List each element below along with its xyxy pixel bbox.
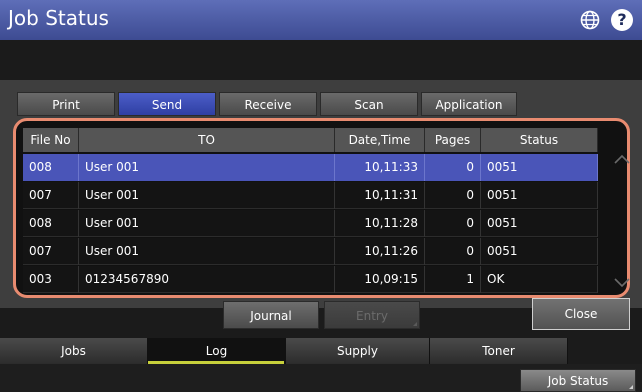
column-header-date-time: Date,Time (335, 128, 425, 152)
journal-button-label: Journal (250, 309, 292, 323)
title-bar: Job Status ? (0, 0, 642, 40)
globe-icon[interactable] (580, 10, 600, 30)
cell-status: 0051 (481, 154, 598, 181)
table-row[interactable]: 007 User 001 10,11:31 0 0051 (23, 182, 598, 209)
cell-status: OK (481, 266, 598, 293)
entry-button-label: Entry (356, 309, 388, 323)
close-button-label: Close (564, 307, 598, 321)
table-row[interactable]: 007 User 001 10,11:26 0 0051 (23, 238, 598, 265)
cell-pages: 0 (425, 154, 481, 181)
cell-status: 0051 (481, 210, 598, 237)
cell-file-no: 008 (23, 210, 79, 237)
help-icon[interactable]: ? (611, 9, 633, 31)
table-row[interactable]: 008 User 001 10,11:28 0 0051 (23, 210, 598, 237)
cell-pages: 0 (425, 182, 481, 209)
tab-scan[interactable]: Scan (320, 92, 418, 116)
column-header-pages: Pages (425, 128, 481, 152)
cell-pages: 0 (425, 210, 481, 237)
cell-file-no: 008 (23, 154, 79, 181)
cell-status: 0051 (481, 238, 598, 265)
column-header-status: Status (481, 128, 598, 152)
chevron-down-icon[interactable] (614, 278, 630, 288)
cell-date-time: 10,11:26 (335, 238, 425, 265)
cell-status: 0051 (481, 182, 598, 209)
cell-to: 01234567890 (79, 266, 335, 293)
cell-to: User 001 (79, 154, 335, 181)
cell-to: User 001 (79, 238, 335, 265)
corner-indicator-icon (629, 385, 633, 389)
cell-file-no: 003 (23, 266, 79, 293)
job-log-panel: File No TO Date,Time Pages Status 008 Us… (13, 118, 630, 298)
chevron-up-icon[interactable] (614, 154, 630, 164)
tab-application[interactable]: Application (421, 92, 517, 116)
cell-date-time: 10,11:31 (335, 182, 425, 209)
column-header-file-no: File No (23, 128, 79, 152)
job-status-button-label: Job Status (547, 374, 609, 388)
job-status-button[interactable]: Job Status (520, 369, 636, 392)
cell-date-time: 10,11:33 (335, 154, 425, 181)
cell-pages: 1 (425, 266, 481, 293)
cell-date-time: 10,09:15 (335, 266, 425, 293)
cell-file-no: 007 (23, 182, 79, 209)
tab-toner[interactable]: Toner (430, 338, 568, 364)
tab-receive[interactable]: Receive (219, 92, 317, 116)
tab-print[interactable]: Print (17, 92, 115, 116)
window-title: Job Status (8, 6, 109, 30)
entry-button[interactable]: Entry (324, 301, 420, 329)
tab-jobs[interactable]: Jobs (0, 338, 148, 364)
toolbar-area (0, 40, 642, 80)
cell-to: User 001 (79, 182, 335, 209)
tab-send[interactable]: Send (118, 92, 216, 116)
column-header-to: TO (79, 128, 335, 152)
scrollbar[interactable] (610, 128, 634, 288)
close-button[interactable]: Close (532, 298, 630, 330)
cell-pages: 0 (425, 238, 481, 265)
tab-supply[interactable]: Supply (286, 338, 430, 364)
cell-date-time: 10,11:28 (335, 210, 425, 237)
corner-indicator-icon (413, 322, 417, 326)
table-row[interactable]: 003 01234567890 10,09:15 1 OK (23, 266, 598, 293)
cell-to: User 001 (79, 210, 335, 237)
table-row[interactable]: 008 User 001 10,11:33 0 0051 (23, 154, 598, 181)
cell-file-no: 007 (23, 238, 79, 265)
journal-button[interactable]: Journal (223, 301, 319, 329)
bottom-tab-bar: Jobs Log Supply Toner (0, 338, 642, 364)
